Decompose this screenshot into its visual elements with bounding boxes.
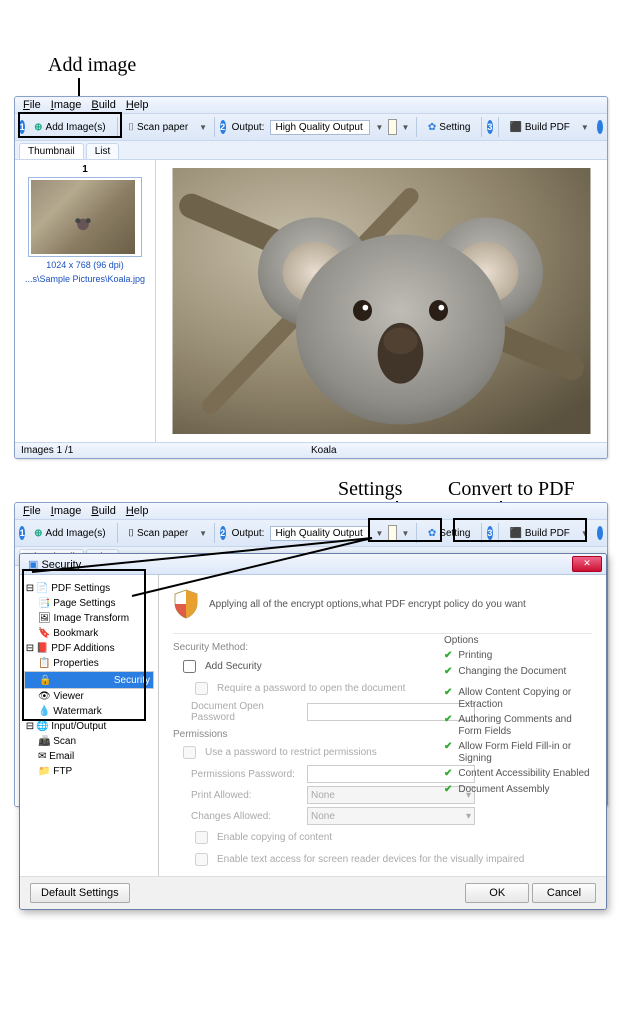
thumbnail-meta-dims: 1024 x 768 (96 dpi): [19, 261, 151, 271]
menu-build[interactable]: Build: [91, 505, 115, 517]
menu-help[interactable]: Help: [126, 505, 149, 517]
step-badge-1: 1: [19, 120, 25, 134]
menubar: File Image Build Help: [15, 503, 607, 520]
check-icon: ✔: [444, 666, 452, 678]
step-badge-3: 3: [487, 526, 493, 540]
settings-button[interactable]: ✿Setting: [422, 525, 477, 542]
menu-build[interactable]: Build: [91, 99, 115, 111]
menu-help[interactable]: Help: [126, 99, 149, 111]
check-icon: ✔: [444, 687, 452, 710]
callout-add-image: Add image: [48, 54, 136, 77]
build-pdf-button[interactable]: ⬛Build PDF: [503, 525, 575, 542]
color-swatch[interactable]: [388, 119, 396, 135]
step-badge-3: 3: [487, 120, 493, 134]
thumbnail-panel: 1 1024 x 768 (96 dpi) ...s\Sample Pictur…: [15, 160, 156, 442]
tree-security[interactable]: 🔒 Security: [24, 671, 154, 689]
tree-image-transform[interactable]: 🖼 Image Transform: [24, 611, 154, 626]
options-column: Options ✔Printing ✔Changing the Document…: [444, 635, 594, 799]
tree-properties[interactable]: 📋 Properties: [24, 656, 154, 671]
tree-watermark[interactable]: 💧 Watermark: [24, 704, 154, 719]
tabs: Thumbnail List: [15, 141, 607, 160]
tree-viewer[interactable]: 👁 Viewer: [24, 689, 154, 704]
tree-ftp[interactable]: 📁 FTP: [24, 764, 154, 779]
menu-image[interactable]: Image: [51, 505, 82, 517]
tab-list[interactable]: List: [86, 143, 120, 159]
gear-icon: ✿: [428, 528, 436, 539]
check-icon: ✔: [444, 714, 452, 737]
options-header: Options: [444, 635, 594, 646]
thumbnail-index: 1: [19, 164, 151, 175]
callout-convert: Convert to PDF: [448, 478, 575, 501]
tree-bookmark[interactable]: 🔖 Bookmark: [24, 626, 154, 641]
build-pdf-button[interactable]: ⬛Build PDF: [503, 119, 575, 136]
checkbox-enable-copy[interactable]: [195, 831, 208, 844]
help-icon[interactable]: ?: [597, 526, 603, 540]
help-icon[interactable]: ?: [597, 120, 603, 134]
checkbox-enable-sr[interactable]: [195, 853, 208, 866]
plus-icon: ⊕: [34, 122, 42, 133]
callout-line: [78, 78, 80, 96]
menubar: File Image Build Help: [15, 97, 607, 114]
main-window-1: File Image Build Help 1 ⊕Add Image(s) ⌷S…: [14, 96, 608, 459]
check-icon: ✔: [444, 741, 452, 764]
select-changes-allowed[interactable]: None▾: [307, 807, 475, 825]
tab-thumbnail[interactable]: Thumbnail: [19, 143, 84, 159]
checkbox-add-security[interactable]: [183, 660, 196, 673]
tree-pdf-additions[interactable]: ⊟📕 PDF Additions: [24, 641, 154, 656]
add-images-button[interactable]: ⊕Add Image(s): [28, 119, 111, 136]
callout-settings: Settings: [338, 478, 402, 501]
thumbnail-meta-path: ...s\Sample Pictures\Koala.jpg: [19, 275, 151, 285]
settings-tree: ⊟📄 PDF Settings 📑 Page Settings 🖼 Image …: [20, 575, 159, 876]
chevron-down-icon[interactable]: ▼: [197, 123, 209, 132]
dialog-body: ⊟📄 PDF Settings 📑 Page Settings 🖼 Image …: [20, 575, 606, 876]
banner-text: Applying all of the encrypt options,what…: [209, 599, 526, 610]
menu-file[interactable]: File: [23, 99, 41, 111]
close-button[interactable]: ✕: [572, 556, 602, 572]
check-icon: ✔: [444, 784, 452, 796]
statusbar: Images 1 /1 Koala: [15, 442, 607, 458]
settings-button[interactable]: ✿Setting: [422, 119, 477, 136]
check-icon: ✔: [444, 768, 452, 780]
chevron-down-icon[interactable]: ▼: [373, 123, 385, 132]
dialog-footer: Default Settings OK Cancel: [20, 876, 606, 909]
thumbnail-item[interactable]: [28, 177, 142, 257]
status-filename: Koala: [311, 445, 601, 456]
cancel-button[interactable]: Cancel: [532, 883, 596, 903]
checkbox-restrict-perm[interactable]: [183, 746, 196, 759]
label-open-pw: Document Open Password: [191, 701, 301, 723]
settings-dialog: ▣ Security ✕ ⊟📄 PDF Settings 📑 Page Sett…: [19, 553, 607, 910]
thumbnail-image: [31, 180, 135, 254]
chevron-down-icon[interactable]: ▼: [579, 529, 591, 538]
tree-scan[interactable]: 📠 Scan: [24, 734, 154, 749]
chevron-down-icon[interactable]: ▼: [579, 123, 591, 132]
pdf-icon: ⬛: [509, 122, 521, 133]
settings-pane: Applying all of the encrypt options,what…: [159, 575, 606, 876]
preview-image: [164, 168, 599, 434]
scan-paper-button[interactable]: ⌷Scan paper: [122, 119, 194, 136]
toolbar: 1 ⊕Add Image(s) ⌷Scan paper ▼ 2 Output: …: [15, 114, 607, 141]
tree-io[interactable]: ⊟🌐 Input/Output: [24, 719, 154, 734]
preview-area: [156, 160, 607, 442]
output-label: Output:: [229, 122, 268, 133]
check-icon: ✔: [444, 650, 452, 662]
body: 1 1024 x 768 (96 dpi) ...s\Sample Pictur…: [15, 160, 607, 442]
chevron-down-icon[interactable]: ▼: [400, 123, 412, 132]
ok-button[interactable]: OK: [465, 883, 529, 903]
menu-file[interactable]: File: [23, 505, 41, 517]
step-badge-2: 2: [220, 120, 226, 134]
pdf-icon: ⬛: [509, 528, 521, 539]
tree-email[interactable]: ✉ Email: [24, 749, 154, 764]
status-count: Images 1 /1: [21, 445, 311, 456]
checkbox-require-open-pw[interactable]: [195, 682, 208, 695]
gear-icon: ✿: [428, 122, 436, 133]
scanner-icon: ⌷: [128, 122, 134, 133]
menu-image[interactable]: Image: [51, 99, 82, 111]
default-settings-button[interactable]: Default Settings: [30, 883, 130, 903]
output-quality-select[interactable]: High Quality Output: [270, 120, 370, 135]
callout-connectors: [14, 532, 404, 600]
